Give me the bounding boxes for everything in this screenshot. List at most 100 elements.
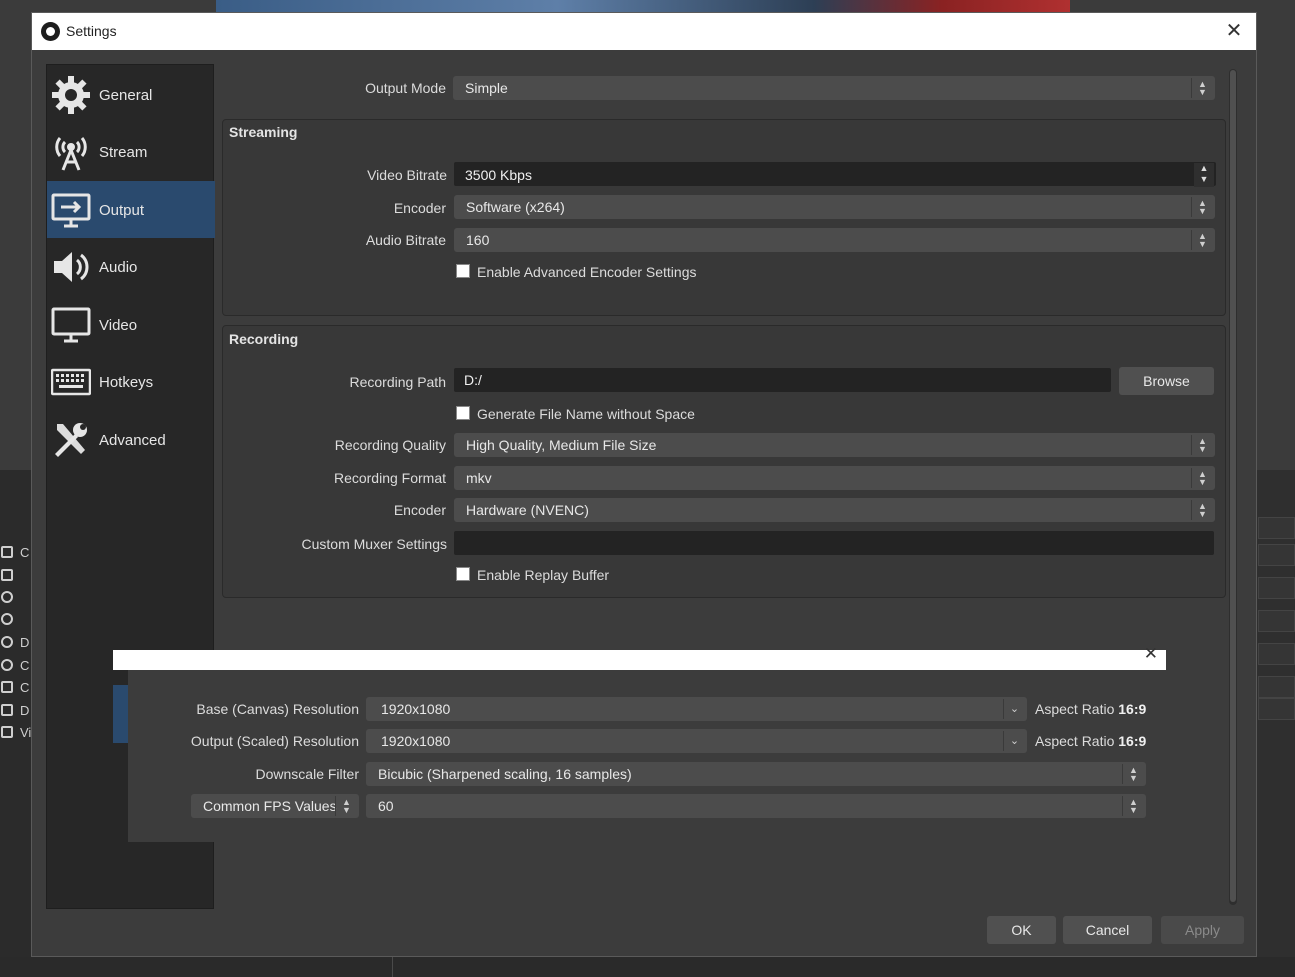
gear-icon <box>51 75 91 115</box>
fps-value-select[interactable]: 60 ▲ ▼ <box>366 794 1146 818</box>
monitor-icon <box>51 305 91 345</box>
streaming-encoder-label: Encoder <box>393 200 446 216</box>
sidebar-item-video[interactable]: Video <box>47 296 215 353</box>
background-right-cell <box>1258 544 1295 566</box>
video-dialog-sidebar-highlight <box>113 685 128 743</box>
background-right-cell <box>1258 676 1295 698</box>
advanced-encoder-label[interactable]: Enable Advanced Encoder Settings <box>477 264 697 280</box>
output-mode-label: Output Mode <box>365 80 446 96</box>
recording-group <box>222 325 1226 598</box>
background-right-cell <box>1258 517 1295 539</box>
chevron-updown-icon: ▲ ▼ <box>1191 435 1213 455</box>
background-right-cell <box>1258 643 1295 665</box>
filename-nospace-checkbox[interactable] <box>456 406 470 420</box>
background-right-cell <box>1258 577 1295 599</box>
recording-encoder-label: Encoder <box>393 502 446 518</box>
downscale-filter-select[interactable]: Bicubic (Sharpened scaling, 16 samples) … <box>366 762 1146 786</box>
streaming-group-title: Streaming <box>229 124 298 140</box>
audio-bitrate-select[interactable]: 160 ▲ ▼ <box>454 228 1215 252</box>
background-source-item[interactable]: D <box>0 701 32 723</box>
background-source-item[interactable]: C <box>0 543 32 565</box>
chevron-updown-icon: ▲ ▼ <box>1122 764 1144 784</box>
background-source-item[interactable] <box>0 566 32 588</box>
chevron-updown-icon: ▲ ▼ <box>1191 230 1213 250</box>
cancel-button[interactable]: Cancel <box>1063 916 1152 944</box>
background-dock-divider <box>392 957 393 977</box>
recording-quality-label: Recording Quality <box>334 437 446 453</box>
close-icon[interactable]: ✕ <box>1144 644 1158 664</box>
antenna-icon <box>51 132 91 172</box>
streaming-encoder-select[interactable]: Software (x264) ▲ ▼ <box>454 195 1215 219</box>
advanced-encoder-checkbox[interactable] <box>456 264 470 278</box>
recording-format-select[interactable]: mkv ▲ ▼ <box>454 466 1215 490</box>
speaker-icon <box>51 247 91 287</box>
video-bitrate-spinbox[interactable]: 3500 Kbps ▲ ▼ <box>454 162 1216 187</box>
chevron-down-icon: ⌄ <box>1003 699 1025 719</box>
replay-buffer-label[interactable]: Enable Replay Buffer <box>477 567 609 583</box>
background-source-item[interactable] <box>0 610 32 632</box>
background-source-item[interactable]: C <box>0 678 32 700</box>
title-bar: Settings ✕ <box>32 13 1256 50</box>
sidebar-item-advanced[interactable]: Advanced <box>47 411 215 468</box>
output-resolution-label: Output (Scaled) Resolution <box>190 733 359 749</box>
obs-logo-icon <box>41 22 60 41</box>
sidebar-item-label: Video <box>99 317 138 334</box>
background-source-item[interactable]: C <box>0 656 32 678</box>
output-mode-select[interactable]: Simple ▲ ▼ <box>453 76 1215 100</box>
window-title: Settings <box>66 23 117 39</box>
background-source-item[interactable]: D <box>0 633 32 655</box>
video-dialog-titlebar: ✕ <box>113 644 1166 670</box>
recording-encoder-select[interactable]: Hardware (NVENC) ▲ ▼ <box>454 498 1215 522</box>
sidebar-item-stream[interactable]: Stream <box>47 123 215 180</box>
base-resolution-select[interactable]: 1920x1080 ⌄ <box>366 697 1027 721</box>
sidebar-item-audio[interactable]: Audio <box>47 238 215 295</box>
background-source-item[interactable] <box>0 588 32 610</box>
base-aspect-ratio: Aspect Ratio 16:9 <box>1035 701 1147 717</box>
chevron-down-icon: ⌄ <box>1003 731 1025 751</box>
custom-muxer-label: Custom Muxer Settings <box>301 536 448 552</box>
recording-format-label: Recording Format <box>333 470 446 486</box>
background-bottom-dock <box>0 957 1295 977</box>
chevron-updown-icon: ▲ ▼ <box>1122 796 1144 816</box>
close-icon[interactable]: ✕ <box>1222 19 1246 43</box>
chevron-updown-icon: ▲ ▼ <box>1191 500 1213 520</box>
scrollbar-thumb[interactable] <box>1230 70 1236 902</box>
sidebar-item-label: Hotkeys <box>99 374 154 391</box>
ok-button[interactable]: OK <box>987 916 1056 944</box>
recording-path-input[interactable]: D:/ <box>454 368 1111 392</box>
chevron-updown-icon: ▲ ▼ <box>1191 468 1213 488</box>
video-bitrate-label: Video Bitrate <box>367 167 447 183</box>
tools-icon <box>51 420 91 460</box>
sidebar-item-label: Output <box>99 202 145 219</box>
sidebar-item-general[interactable]: General <box>47 66 215 123</box>
sidebar-item-label: General <box>99 87 153 104</box>
chevron-updown-icon: ▲ ▼ <box>335 796 357 816</box>
filename-nospace-label[interactable]: Generate File Name without Space <box>477 406 695 422</box>
background-source-item[interactable]: Vi <box>0 723 32 745</box>
output-aspect-ratio: Aspect Ratio 16:9 <box>1035 733 1147 749</box>
downscale-filter-label: Downscale Filter <box>255 766 359 782</box>
recording-group-title: Recording <box>229 331 299 347</box>
custom-muxer-input[interactable] <box>454 531 1214 555</box>
browse-button[interactable]: Browse <box>1119 367 1214 395</box>
sidebar-item-output[interactable]: Output <box>47 181 215 238</box>
keyboard-icon <box>50 362 92 402</box>
apply-button[interactable]: Apply <box>1161 916 1244 944</box>
base-resolution-label: Base (Canvas) Resolution <box>196 701 359 717</box>
spin-arrows-icon[interactable]: ▲ ▼ <box>1194 163 1214 187</box>
output-resolution-select[interactable]: 1920x1080 ⌄ <box>366 729 1027 753</box>
sidebar-item-label: Advanced <box>99 432 166 449</box>
sidebar-item-label: Audio <box>99 259 138 276</box>
background-right-cell <box>1258 610 1295 632</box>
audio-bitrate-label: Audio Bitrate <box>365 232 446 248</box>
fps-type-select[interactable]: Common FPS Values ▲ ▼ <box>191 794 359 818</box>
background-right-cell <box>1258 698 1295 720</box>
sidebar-item-label: Stream <box>99 144 148 161</box>
chevron-updown-icon: ▲ ▼ <box>1191 78 1213 98</box>
recording-path-label: Recording Path <box>349 374 446 390</box>
recording-quality-select[interactable]: High Quality, Medium File Size ▲ ▼ <box>454 433 1215 457</box>
chevron-updown-icon: ▲ ▼ <box>1191 197 1213 217</box>
monitor-output-icon <box>51 190 91 230</box>
sidebar-item-hotkeys[interactable]: Hotkeys <box>47 353 215 410</box>
replay-buffer-checkbox[interactable] <box>456 567 470 581</box>
